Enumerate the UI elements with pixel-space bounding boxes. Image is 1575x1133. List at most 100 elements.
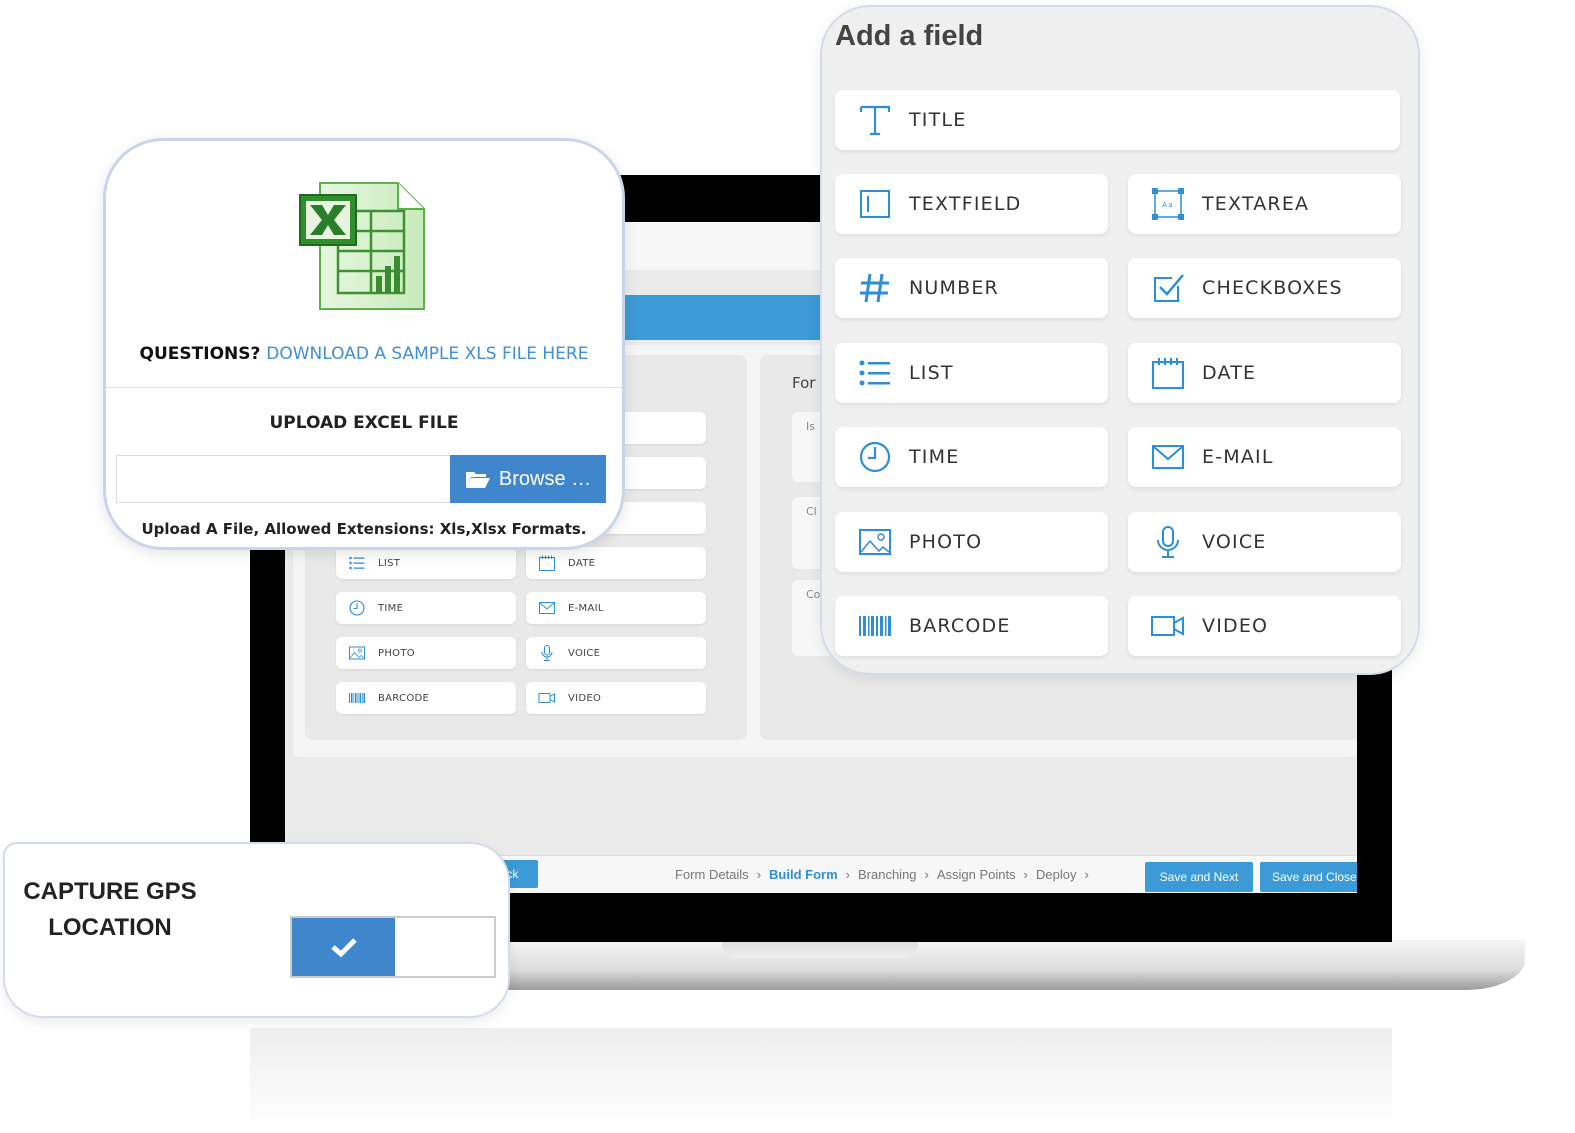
palette-field-button[interactable]: LIST [336, 547, 516, 579]
field-label: E-MAIL [1202, 446, 1274, 469]
questions-line: QUESTIONS? DOWNLOAD A SAMPLE XLS FILE HE… [106, 344, 622, 364]
field-button-voice[interactable]: VOICE [1128, 511, 1401, 572]
field-button-number[interactable]: NUMBER [835, 258, 1108, 319]
breadcrumb-chevron-icon: › [756, 867, 762, 882]
calendar-icon [1152, 357, 1184, 389]
gps-toggle[interactable] [290, 916, 496, 978]
field-label: VIDEO [1202, 615, 1269, 637]
palette-field-button[interactable]: VOICE [526, 637, 706, 669]
laptop-reflection [250, 1028, 1392, 1128]
field-label: BARCODE [378, 692, 430, 704]
breadcrumb-step[interactable]: Branching [858, 867, 917, 882]
palette-field-button[interactable]: TIME [336, 592, 516, 624]
mail-icon [1152, 445, 1184, 470]
text-t-icon [859, 105, 891, 136]
form-field-label: Cl [806, 505, 817, 518]
hash-icon [860, 274, 889, 303]
divider [106, 387, 622, 388]
form-panel-title: For [792, 374, 816, 392]
file-path-input[interactable] [116, 455, 451, 503]
list-icon [349, 556, 365, 570]
field-button-barcode[interactable]: BARCODE [835, 596, 1108, 656]
field-label: CHECKBOXES [1202, 277, 1343, 300]
field-button-email[interactable]: E-MAIL [1128, 427, 1401, 488]
field-label: TIME [909, 446, 960, 469]
breadcrumb-chevron-icon: › [1023, 867, 1028, 882]
save-and-close-button[interactable]: Save and Close [1260, 862, 1357, 892]
textfield-icon [860, 190, 890, 218]
download-sample-link[interactable]: DOWNLOAD A SAMPLE XLS FILE HERE [266, 344, 588, 364]
add-field-title: Add a field [835, 20, 984, 52]
form-field-label: Co [806, 588, 821, 601]
barcode-icon [349, 693, 365, 703]
field-label: VOICE [568, 647, 601, 659]
breadcrumb-chevron-icon: › [924, 867, 929, 882]
microphone-icon [541, 645, 553, 661]
field-label: NUMBER [909, 277, 999, 300]
field-button-video[interactable]: VIDEO [1128, 596, 1401, 656]
excel-upload-card: QUESTIONS? DOWNLOAD A SAMPLE XLS FILE HE… [103, 138, 625, 550]
browse-label: Browse … [498, 467, 592, 490]
palette-field-button[interactable]: DATE [526, 547, 706, 579]
breadcrumb: Form Details › Build Form › Branching › Assign… [675, 867, 1089, 882]
field-label: TEXTFIELD [909, 193, 1022, 215]
save-and-next-button[interactable]: Save and Next [1145, 862, 1253, 892]
clock-icon [349, 600, 365, 616]
textarea-icon: Aa [1152, 188, 1184, 220]
field-label: VIDEO [568, 692, 602, 704]
browse-button[interactable]: Browse … [450, 455, 606, 503]
field-button-list[interactable]: LIST [835, 342, 1108, 403]
breadcrumb-step[interactable]: Assign Points [937, 867, 1016, 882]
image-icon [349, 646, 365, 660]
field-button-checkboxes[interactable]: CHECKBOXES [1128, 258, 1401, 319]
mail-icon [539, 602, 555, 614]
image-icon [859, 528, 891, 555]
field-button-textarea[interactable]: Aa TEXTAREA [1128, 174, 1401, 234]
microphone-icon [1157, 525, 1179, 558]
field-label: PHOTO [909, 530, 983, 553]
palette-field-button[interactable]: E-MAIL [526, 592, 706, 624]
save-and-close-label: Save and Close [1272, 870, 1357, 884]
field-button-time[interactable]: TIME [835, 427, 1108, 488]
allowed-extensions-hint: Upload A File, Allowed Extensions: Xls,X… [141, 520, 587, 538]
video-icon [1151, 616, 1184, 636]
laptop-notch [722, 940, 918, 958]
upload-title: UPLOAD EXCEL FILE [269, 413, 459, 433]
field-label: TEXTAREA [1202, 193, 1310, 215]
field-button-title[interactable]: TITLE [835, 90, 1400, 150]
field-label: TITLE [909, 109, 967, 131]
folder-open-icon [465, 472, 490, 488]
field-label: VOICE [1202, 530, 1267, 553]
palette-field-button[interactable]: BARCODE [336, 682, 516, 714]
excel-file-icon [298, 181, 428, 320]
field-label: TIME [378, 602, 404, 614]
field-button-photo[interactable]: PHOTO [835, 511, 1108, 572]
field-label: LIST [378, 557, 401, 569]
field-label: PHOTO [378, 647, 415, 659]
calendar-icon [539, 555, 555, 571]
field-label: LIST [909, 361, 954, 384]
form-field-label: Is [806, 420, 815, 433]
field-label: E-MAIL [568, 602, 604, 614]
clock-icon [859, 442, 891, 473]
checkbox-icon [1154, 274, 1184, 303]
palette-field-button[interactable]: VIDEO [526, 682, 706, 714]
breadcrumb-step[interactable]: Form Details [675, 867, 749, 882]
list-icon [859, 360, 890, 386]
video-icon [538, 693, 555, 703]
breadcrumb-chevron-icon: › [1084, 867, 1089, 882]
breadcrumb-step[interactable]: Build Form [769, 867, 838, 882]
palette-field-button[interactable]: PHOTO [336, 637, 516, 669]
field-button-date[interactable]: DATE [1128, 342, 1401, 403]
breadcrumb-chevron-icon: › [845, 867, 850, 882]
save-and-next-label: Save and Next [1159, 870, 1239, 884]
breadcrumb-step[interactable]: Deploy [1036, 867, 1076, 882]
checkmark-icon [330, 938, 357, 958]
field-label: DATE [1202, 361, 1257, 384]
questions-label: QUESTIONS? [139, 344, 261, 364]
svg-text:Aa: Aa [1162, 201, 1173, 209]
field-label: DATE [568, 557, 596, 569]
gps-capture-card: CAPTURE GPS LOCATION [3, 842, 510, 1018]
toggle-on-segment [292, 918, 395, 976]
field-button-textfield[interactable]: TEXTFIELD [835, 174, 1108, 234]
